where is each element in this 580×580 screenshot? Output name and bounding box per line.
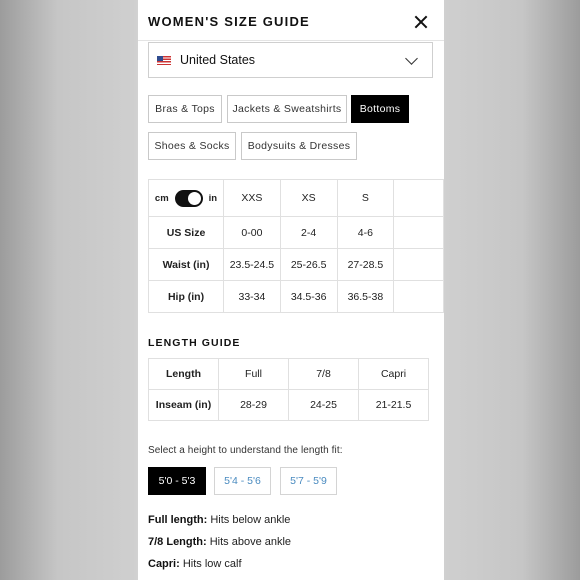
row-label: Inseam (in) [148, 389, 219, 421]
table-row: Length Full 7/8 Capri [148, 358, 429, 390]
row-label: Waist (in) [147, 248, 225, 281]
table-row: US Size 0-00 2-4 4-6 [147, 216, 444, 249]
size-column-header: XS [279, 179, 338, 217]
table-cell: 24-25 [288, 389, 359, 421]
height-option-button[interactable]: 5'4 - 5'6 [214, 467, 271, 495]
table-cell: 4-6 [336, 216, 395, 249]
height-prompt: Select a height to understand the length… [148, 445, 343, 456]
page-title: WOMEN'S SIZE GUIDE [148, 14, 310, 29]
unit-toggle-cell: cm in [147, 179, 225, 217]
table-row: Inseam (in) 28-29 24-25 21-21.5 [148, 389, 429, 421]
length-column-header: 7/8 [288, 358, 359, 390]
table-cell: 25-26.5 [279, 248, 338, 281]
table-cell: 27-28.5 [336, 248, 395, 281]
country-select[interactable]: United States [148, 42, 433, 78]
category-tab-shoes-socks[interactable]: Shoes & Socks [148, 132, 236, 160]
table-cell: 28-29 [218, 389, 289, 421]
row-label: Length [148, 358, 219, 390]
table-cell: 36.5-38 [336, 280, 395, 313]
table-cell: 21-21.5 [358, 389, 429, 421]
table-cell-overflow [393, 216, 444, 249]
fit-note: Capri: Hits low calf [148, 558, 242, 570]
row-label: US Size [147, 216, 225, 249]
size-column-header: XXS [223, 179, 281, 217]
header-divider [138, 40, 444, 41]
close-icon[interactable] [412, 13, 430, 31]
fit-note-text: Hits below ankle [207, 514, 291, 526]
length-column-header: Full [218, 358, 289, 390]
table-cell-overflow [393, 248, 444, 281]
fit-note-text: Hits above ankle [206, 536, 292, 548]
fit-note: Full length: Hits below ankle [148, 514, 290, 526]
length-column-header: Capri [358, 358, 429, 390]
length-guide-title: LENGTH GUIDE [148, 337, 241, 349]
size-guide-panel: WOMEN'S SIZE GUIDE United States Bras & … [138, 0, 444, 580]
table-cell: 23.5-24.5 [223, 248, 281, 281]
fit-note-text: Hits low calf [179, 558, 242, 570]
chevron-down-icon [405, 52, 418, 65]
table-row: Hip (in) 33-34 34.5-36 36.5-38 [147, 280, 444, 313]
size-table-header-row: cm in XXS XS S [147, 179, 444, 217]
category-tab-bras-tops[interactable]: Bras & Tops [148, 95, 222, 123]
category-tab-bodysuits-dresses[interactable]: Bodysuits & Dresses [241, 132, 357, 160]
row-label: Hip (in) [147, 280, 225, 313]
length-table: Length Full 7/8 Capri Inseam (in) 28-29 … [148, 358, 429, 421]
table-row: Waist (in) 23.5-24.5 25-26.5 27-28.5 [147, 248, 444, 281]
fit-note-label: 7/8 Length: [148, 536, 207, 548]
table-cell: 0-00 [223, 216, 281, 249]
table-cell: 33-34 [223, 280, 281, 313]
size-column-header-overflow [393, 179, 444, 217]
height-option-button[interactable]: 5'0 - 5'3 [148, 467, 206, 495]
height-option-button[interactable]: 5'7 - 5'9 [280, 467, 337, 495]
unit-toggle[interactable] [174, 189, 203, 207]
header: WOMEN'S SIZE GUIDE [148, 12, 434, 32]
table-cell: 2-4 [279, 216, 338, 249]
category-tab-jackets-sweatshirts[interactable]: Jackets & Sweatshirts [227, 95, 347, 123]
category-tab-bottoms[interactable]: Bottoms [351, 95, 409, 123]
fit-note-label: Full length: [148, 514, 208, 526]
fit-note-label: Capri: [148, 558, 180, 570]
us-flag-icon [157, 55, 171, 65]
table-cell: 34.5-36 [279, 280, 338, 313]
table-cell-overflow [393, 280, 444, 313]
size-column-header: S [336, 179, 395, 217]
unit-cm-label[interactable]: cm [155, 193, 169, 204]
size-table: cm in XXS XS S US Size 0-00 2-4 4-6 Wais… [147, 179, 444, 313]
fit-note: 7/8 Length: Hits above ankle [148, 536, 291, 548]
unit-in-label[interactable]: in [209, 193, 217, 204]
country-selected-value: United States [180, 53, 256, 67]
